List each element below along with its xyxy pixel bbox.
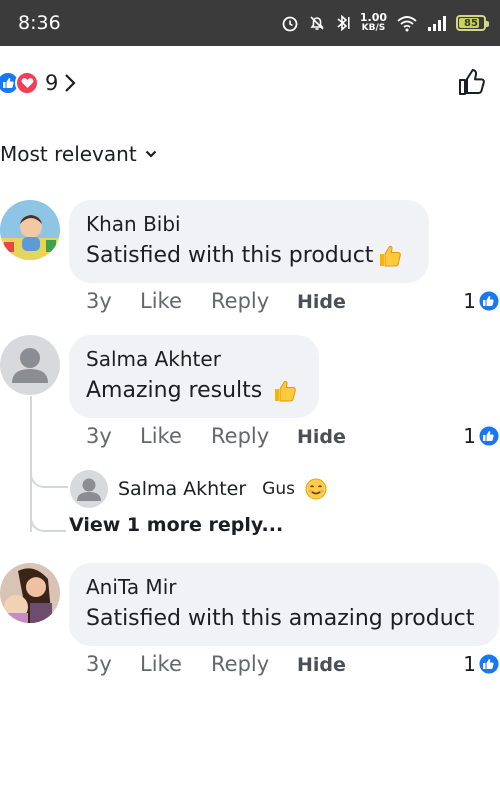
reply-button[interactable]: Reply — [211, 652, 297, 676]
comment-body: Satisfied with this product — [86, 243, 374, 268]
thumbs-up-emoji-icon — [380, 245, 402, 267]
status-icons: 1.00 KB/S 85 — [281, 10, 489, 36]
network-speed-unit: KB/S — [361, 23, 386, 33]
comment-actions: 3y Like Reply Hide 1 — [86, 289, 500, 313]
avatar[interactable] — [0, 200, 60, 260]
reply-button[interactable]: Reply — [211, 289, 297, 313]
avatar-photo-icon — [0, 563, 60, 623]
comment-text: Satisfied with this amazing product — [86, 602, 481, 636]
sort-dropdown[interactable]: Most relevant — [0, 142, 157, 166]
default-avatar-icon — [77, 478, 101, 501]
battery-tip — [486, 21, 489, 27]
comment-like-count[interactable]: 1 — [463, 424, 500, 448]
comment-like-count[interactable]: 1 — [463, 289, 500, 313]
signal-icon — [428, 16, 446, 31]
comment-like-number: 1 — [463, 424, 476, 448]
chevron-down-icon — [145, 150, 156, 158]
comment-time: 3y — [86, 424, 112, 448]
status-bar: 8:36 1.00 KB/S 85 — [0, 0, 500, 46]
comment-like-count[interactable]: 1 — [463, 652, 500, 676]
hide-button[interactable]: Hide — [297, 654, 346, 676]
bluetooth-icon — [337, 14, 350, 32]
comment-like-number: 1 — [463, 652, 476, 676]
avatar-photo-icon — [0, 200, 60, 260]
reply-text: Gus — [262, 479, 295, 499]
network-speed-value: 1.00 — [359, 11, 387, 24]
comment-author[interactable]: AniTa Mir — [86, 572, 481, 602]
thread-branch — [30, 506, 66, 532]
comment-bubble: Salma Akhter Amazing results — [69, 335, 319, 418]
bell-off-icon — [310, 16, 324, 30]
comment-author[interactable]: Khan Bibi — [86, 209, 411, 239]
reply-author: Salma Akhter — [118, 478, 247, 500]
like-button[interactable]: Like — [140, 289, 211, 313]
hide-button[interactable]: Hide — [297, 291, 346, 313]
chevron-right-icon — [65, 74, 76, 92]
love-reaction-icon — [15, 71, 39, 95]
reaction-count: 9 — [45, 71, 59, 95]
avatar[interactable] — [0, 563, 60, 623]
thumbs-up-emoji-icon — [275, 380, 297, 402]
comment-author[interactable]: Salma Akhter — [86, 344, 301, 374]
like-button[interactable]: Like — [140, 424, 211, 448]
battery-indicator: 85 — [456, 15, 489, 31]
like-reaction-icon — [478, 290, 500, 312]
comment-bubble: Khan Bibi Satisfied with this product — [69, 200, 429, 283]
hide-button[interactable]: Hide — [297, 426, 346, 448]
comment-actions: 3y Like Reply Hide 1 — [86, 652, 500, 676]
comment-actions: 3y Like Reply Hide 1 — [86, 424, 500, 448]
comment-body: Satisfied with this amazing product — [86, 606, 475, 631]
network-speed: 1.00 KB/S — [359, 11, 387, 33]
smiling-emoji-icon — [305, 478, 327, 500]
comment-like-number: 1 — [463, 289, 476, 313]
comment-time: 3y — [86, 652, 112, 676]
like-post-button[interactable] — [456, 66, 488, 102]
comment-bubble: AniTa Mir Satisfied with this amazing pr… — [69, 563, 499, 646]
default-avatar-icon — [12, 348, 48, 383]
like-reaction-icon — [478, 425, 500, 447]
reactions-summary[interactable]: 9 — [0, 66, 76, 100]
avatar[interactable] — [0, 335, 60, 395]
comment-text: Amazing results — [86, 374, 301, 408]
like-button[interactable]: Like — [140, 652, 211, 676]
comment-time: 3y — [86, 289, 112, 313]
reply-preview[interactable]: Salma Akhter Gus — [70, 470, 327, 508]
like-reaction-icon — [478, 653, 500, 675]
status-time: 8:36 — [18, 12, 61, 34]
thread-branch — [30, 462, 68, 488]
comment-text: Satisfied with this product — [86, 239, 411, 273]
view-more-replies-link[interactable]: View 1 more reply... — [69, 514, 283, 536]
alarm-icon — [282, 16, 298, 32]
reply-button[interactable]: Reply — [211, 424, 297, 448]
battery-percent: 85 — [464, 17, 478, 29]
comment-body: Amazing results — [86, 378, 263, 403]
wifi-icon — [397, 16, 417, 32]
thumbs-up-outline-icon — [459, 69, 485, 95]
sort-label: Most relevant — [0, 142, 137, 166]
reply-avatar — [70, 470, 108, 508]
